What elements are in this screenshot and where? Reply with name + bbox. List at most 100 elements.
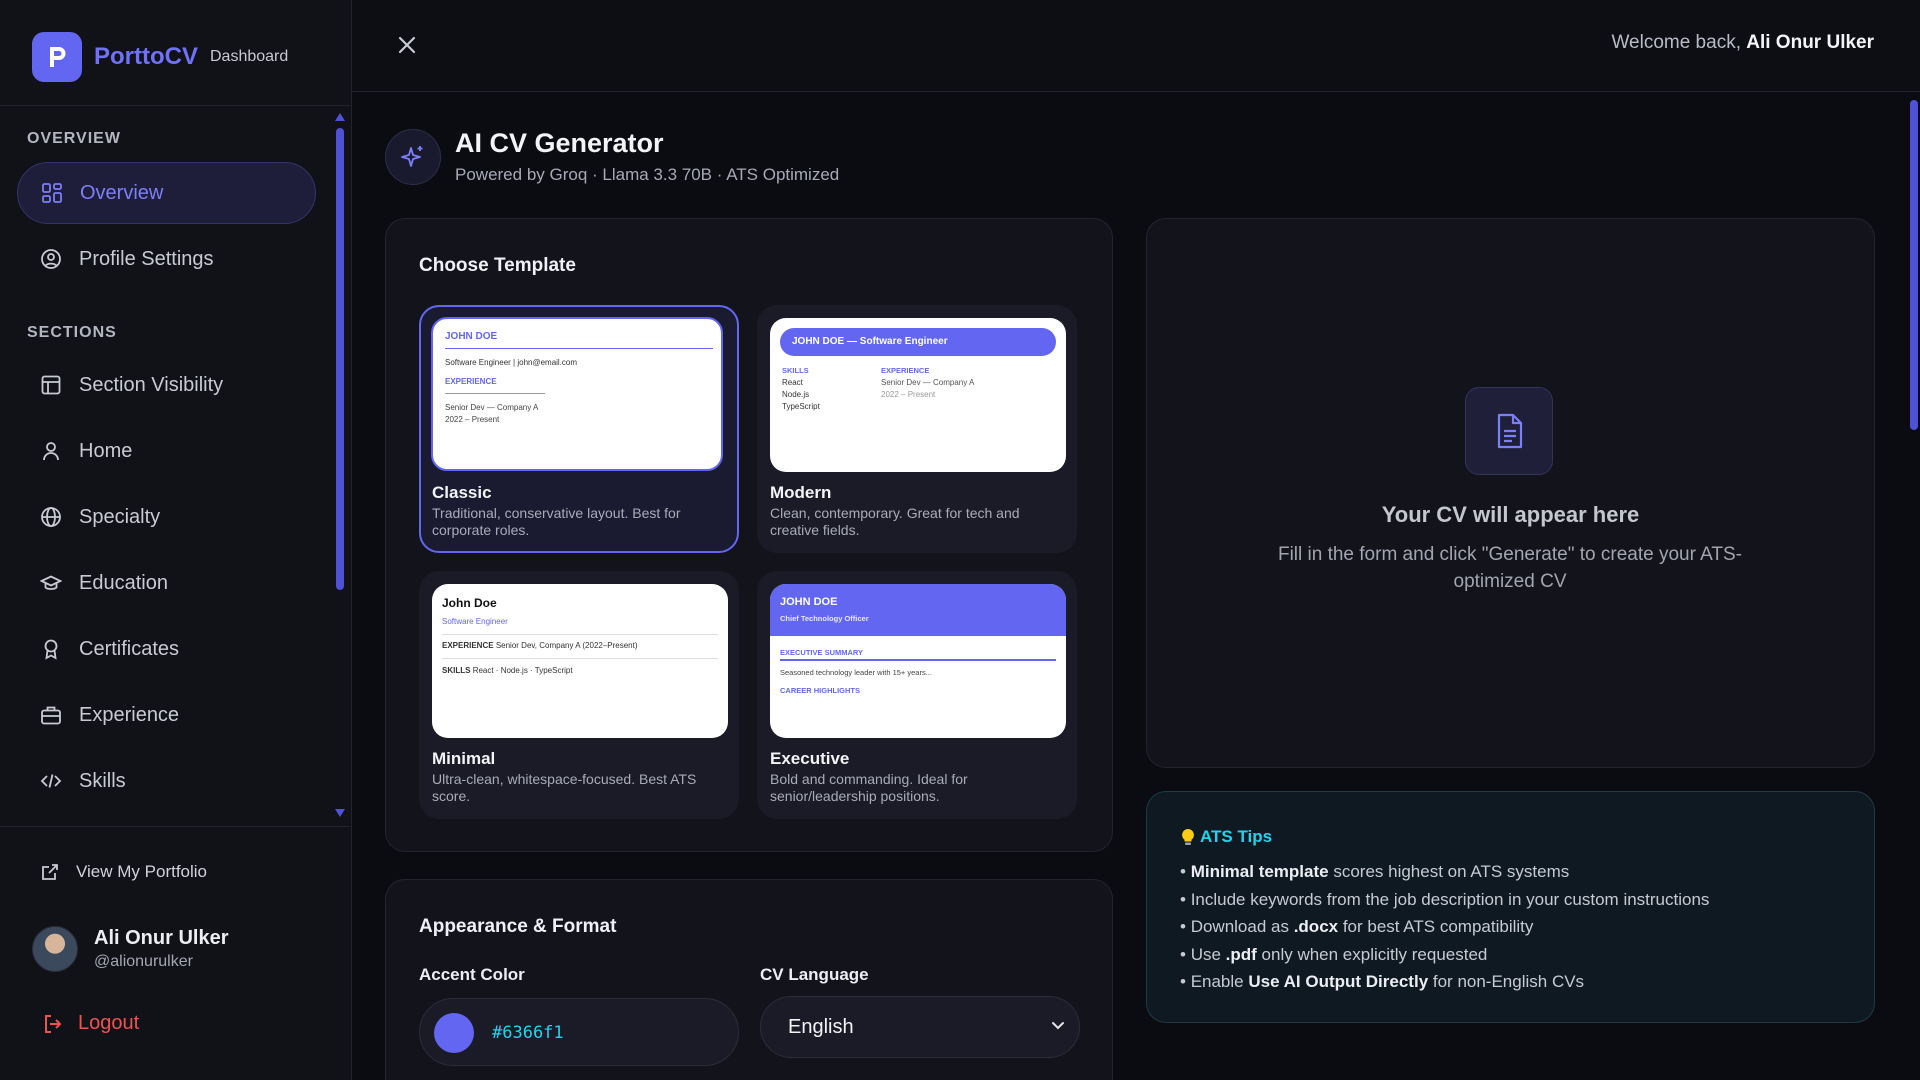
- preview-skill: Node.js: [782, 390, 810, 399]
- preview-heading: EXPERIENCE: [445, 377, 497, 386]
- template-preview-executive: JOHN DOE Chief Technology Officer EXECUT…: [770, 584, 1066, 738]
- view-portfolio-link[interactable]: View My Portfolio: [40, 862, 207, 882]
- preview-label: EXPERIENCE: [442, 641, 494, 650]
- preview-rule: [780, 659, 1056, 661]
- preview-line: Seasoned technology leader with 15+ year…: [780, 668, 932, 677]
- preview-rule: [445, 393, 545, 394]
- template-panel: Choose Template JOHN DOE Software Engine…: [385, 218, 1113, 852]
- main-content: AI CV Generator Powered by Groq · Llama …: [352, 92, 1920, 1080]
- avatar: [32, 926, 78, 972]
- sidebar-item-certificates[interactable]: Certificates: [17, 618, 316, 680]
- external-link-icon: [42, 864, 58, 880]
- cv-language-value: English: [788, 1016, 854, 1038]
- user-profile[interactable]: Ali Onur Ulker @alionurulker: [32, 926, 228, 972]
- sidebar-item-specialty[interactable]: Specialty: [17, 486, 316, 548]
- code-icon: [39, 769, 63, 793]
- preview-name: John Doe: [442, 596, 497, 610]
- template-card-minimal[interactable]: John Doe Software Engineer EXPERIENCE Se…: [419, 571, 739, 819]
- p-logo-icon: [50, 47, 66, 67]
- grid-icon: [40, 181, 64, 205]
- sidebar-scrollbar-thumb[interactable]: [336, 128, 344, 590]
- preview-heading: SKILLS: [782, 366, 809, 375]
- sidebar-item-section-visibility[interactable]: Section Visibility: [17, 354, 316, 416]
- brand-name: PorttoCV: [94, 43, 198, 70]
- accent-color-picker[interactable]: #6366f1: [419, 998, 739, 1066]
- cv-language-label: CV Language: [760, 965, 869, 984]
- cv-preview-panel: Your CV will appear here Fill in the for…: [1146, 218, 1875, 768]
- chevron-down-icon: [1052, 1022, 1064, 1030]
- template-description: Traditional, conservative layout. Best f…: [432, 505, 681, 538]
- sidebar-item-skills[interactable]: Skills: [17, 750, 316, 812]
- divider: [0, 826, 351, 827]
- preview-line: Software Engineer | john@email.com: [445, 358, 578, 367]
- template-card-executive[interactable]: JOHN DOE Chief Technology Officer EXECUT…: [757, 571, 1077, 819]
- ats-tips-title-text: ATS Tips: [1200, 827, 1273, 846]
- sidebar-item-label: Home: [79, 439, 133, 462]
- template-preview-classic: JOHN DOE Software Engineer | john@email.…: [431, 317, 723, 471]
- page-title: AI CV Generator: [455, 128, 664, 158]
- welcome-user-name: Ali Onur Ulker: [1746, 32, 1874, 53]
- preview-name: JOHN DOE: [445, 331, 498, 342]
- topbar: Welcome back, Ali Onur Ulker: [352, 0, 1920, 92]
- list-item: • Minimal template scores highest on ATS…: [1180, 862, 1570, 881]
- preview-empty-description: Fill in the form and click "Generate" to…: [1277, 544, 1743, 592]
- sidebar-item-label: Profile Settings: [79, 247, 214, 270]
- welcome-prefix: Welcome back,: [1611, 32, 1741, 53]
- preview-header: JOHN DOE — Software Engineer: [792, 336, 948, 347]
- sidebar-item-home[interactable]: Home: [17, 420, 316, 482]
- preview-header-bar: [770, 584, 1066, 636]
- ats-tips-title: ATS Tips: [1180, 827, 1272, 847]
- preview-rule: [442, 634, 718, 635]
- scroll-up-arrow-icon[interactable]: [334, 112, 346, 122]
- preview-rule: [442, 658, 718, 659]
- template-name: Minimal: [432, 749, 496, 768]
- preview-rule: [445, 348, 713, 349]
- user-circle-icon: [39, 247, 63, 271]
- logout-label: Logout: [78, 1012, 140, 1034]
- template-card-modern[interactable]: JOHN DOE — Software Engineer SKILLS Reac…: [757, 305, 1077, 553]
- template-preview-minimal: John Doe Software Engineer EXPERIENCE Se…: [432, 584, 728, 738]
- preview-role: Software Engineer: [442, 617, 508, 626]
- accent-color-label: Accent Color: [419, 965, 525, 984]
- template-name: Modern: [770, 483, 832, 502]
- sidebar-nav: OVERVIEW Overview Profile Settings SECTI…: [0, 106, 352, 826]
- scroll-down-arrow-icon[interactable]: [334, 808, 346, 818]
- preview-line: 2022 – Present: [445, 415, 500, 424]
- preview-empty-title: Your CV will appear here: [1381, 502, 1640, 527]
- list-item: • Download as .docx for best ATS compati…: [1180, 917, 1534, 936]
- preview-heading: EXECUTIVE SUMMARY: [780, 648, 864, 657]
- page-header: AI CV Generator Powered by Groq · Llama …: [385, 128, 839, 185]
- template-card-classic[interactable]: JOHN DOE Software Engineer | john@email.…: [419, 305, 739, 553]
- template-name: Classic: [432, 483, 492, 502]
- preview-name: JOHN DOE: [780, 596, 838, 608]
- brand[interactable]: PorttoCV Dashboard: [32, 32, 288, 82]
- sidebar-item-experience[interactable]: Experience: [17, 684, 316, 746]
- graduation-cap-icon: [39, 571, 63, 595]
- sidebar-item-profile-settings[interactable]: Profile Settings: [17, 228, 316, 290]
- template-description: Clean, contemporary. Great for tech and …: [770, 505, 1020, 538]
- sidebar-item-label: Experience: [79, 703, 180, 726]
- preview-line: Senior Dev — Company A: [445, 403, 539, 412]
- close-icon[interactable]: [396, 34, 418, 56]
- brand-logo: [32, 32, 82, 82]
- color-swatch[interactable]: [434, 1013, 474, 1053]
- template-name: Executive: [770, 749, 850, 768]
- preview-heading: CAREER HIGHLIGHTS: [780, 686, 861, 695]
- preview-role: Chief Technology Officer: [780, 614, 869, 623]
- preview-text: Senior Dev, Company A (2022–Present): [495, 641, 638, 650]
- list-item: • Use .pdf only when explicitly requeste…: [1180, 944, 1488, 964]
- sidebar-item-education[interactable]: Education: [17, 552, 316, 614]
- appearance-panel-title: Appearance & Format: [419, 916, 617, 937]
- cv-language-select[interactable]: English: [760, 996, 1080, 1058]
- preview-line: Senior Dev — Company A: [881, 378, 975, 387]
- sidebar-item-label: Overview: [80, 181, 164, 204]
- preview-line: EXPERIENCE Senior Dev, Company A (2022–P…: [442, 641, 638, 650]
- appearance-panel: Appearance & Format Accent Color #6366f1…: [385, 879, 1113, 1080]
- template-description: Bold and commanding. Ideal for senior/le…: [770, 771, 968, 804]
- globe-icon: [39, 505, 63, 529]
- main-scrollbar-thumb[interactable]: [1910, 100, 1918, 430]
- layout-icon: [39, 373, 63, 397]
- preview-heading: EXPERIENCE: [881, 366, 930, 375]
- logout-button[interactable]: Logout: [42, 1012, 139, 1035]
- sidebar-item-overview[interactable]: Overview: [17, 162, 316, 224]
